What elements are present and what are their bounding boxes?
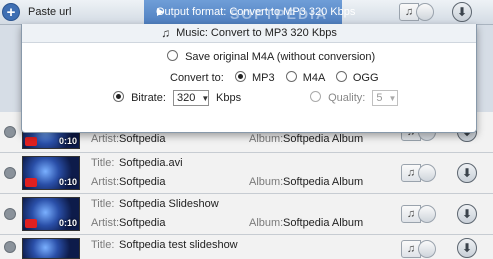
- format-m4a-option[interactable]: M4A: [285, 71, 328, 84]
- download-all-icon[interactable]: ⬇: [452, 2, 472, 22]
- format-m4a-label: M4A: [302, 72, 325, 84]
- output-format-button[interactable]: Output format: Convert to MP3 320 Kbps: [144, 0, 355, 24]
- bitrate-unit: Kbps: [216, 91, 242, 104]
- title-label: Title:: [91, 198, 115, 210]
- bitrate-value: 320: [176, 92, 196, 104]
- popup-header: ♫ Music: Convert to MP3 320 Kbps: [22, 24, 476, 43]
- quality-value: 5: [376, 92, 383, 104]
- bitrate-label: Bitrate:: [131, 91, 166, 104]
- artist-value[interactable]: Softpedia: [119, 176, 165, 188]
- convert-to-label: Convert to:: [170, 72, 224, 84]
- title-value[interactable]: Softpedia test slideshow: [119, 239, 238, 251]
- title-value[interactable]: Softpedia Slideshow: [119, 198, 219, 210]
- title-value[interactable]: Softpedia.avi: [119, 157, 183, 169]
- list-item[interactable]: 0:10 Title: Softpedia Slideshow Artist: …: [0, 194, 493, 235]
- video-thumbnail: 0:10: [22, 197, 80, 231]
- play-icon: [25, 137, 37, 146]
- quality-select[interactable]: 5 ▼: [372, 90, 399, 106]
- artist-value[interactable]: Softpedia: [119, 133, 165, 145]
- album-value[interactable]: Softpedia Album: [283, 217, 363, 229]
- title-label: Title:: [91, 157, 115, 169]
- music-note-icon: ♫: [161, 26, 171, 40]
- album-value[interactable]: Softpedia Album: [283, 133, 363, 145]
- duration-badge: 0:10: [58, 177, 77, 187]
- format-ogg-label: OGG: [352, 72, 379, 84]
- play-icon: [25, 178, 37, 187]
- download-icon[interactable]: ⬇: [457, 163, 477, 183]
- convert-to-row: Convert to: MP3 M4A OGG: [170, 71, 379, 84]
- album-value[interactable]: Softpedia Album: [283, 176, 363, 188]
- toggle-knob: [416, 3, 434, 21]
- toggle-knob: [418, 164, 436, 182]
- chevron-down-icon: ▼: [201, 93, 210, 103]
- music-mode-toggle[interactable]: ♫: [399, 3, 434, 21]
- video-thumbnail: 0:10: [22, 156, 80, 190]
- paste-url-button[interactable]: + Paste url: [2, 2, 71, 22]
- status-icon: [4, 167, 16, 179]
- format-mp3-radio[interactable]: [234, 71, 246, 82]
- bitrate-radio[interactable]: [113, 90, 124, 102]
- music-mode-toggle[interactable]: ♫: [401, 164, 436, 182]
- output-format-label: Output format: Convert to MP3 320 Kbps: [156, 6, 356, 18]
- download-icon[interactable]: ⬇: [457, 204, 477, 224]
- plus-icon: +: [2, 3, 20, 21]
- format-mp3-label: MP3: [251, 72, 275, 84]
- album-label: Album:: [249, 176, 284, 188]
- save-original-radio[interactable]: [167, 50, 178, 61]
- toolbar: + Paste url Output format: Convert to MP…: [0, 0, 493, 25]
- list-item[interactable]: 0:10 Title: Softpedia.avi Artist: Softpe…: [0, 153, 493, 194]
- paste-url-label: Paste url: [28, 6, 72, 18]
- bitrate-row: Bitrate: 320 ▼ Kbps: [113, 90, 241, 106]
- artist-label: Artist:: [91, 176, 120, 188]
- format-ogg-option[interactable]: OGG: [335, 71, 379, 84]
- duration-badge: 0:10: [58, 136, 77, 146]
- music-mode-toggle[interactable]: ♫: [401, 240, 436, 258]
- artist-label: Artist:: [91, 217, 120, 229]
- album-label: Album:: [249, 217, 284, 229]
- duration-badge: 0:10: [58, 218, 77, 228]
- title-label: Title:: [91, 239, 115, 251]
- artist-label: Artist:: [91, 133, 120, 145]
- toggle-knob: [418, 240, 436, 258]
- popup-title: Music: Convert to MP3 320 Kbps: [176, 27, 337, 39]
- format-m4a-radio[interactable]: [285, 71, 297, 82]
- status-icon: [4, 208, 16, 220]
- video-thumbnail: [22, 238, 80, 259]
- list-item[interactable]: Title: Softpedia test slideshow ♫ ⬇: [0, 235, 493, 259]
- quality-label: Quality:: [328, 91, 366, 104]
- play-icon: [25, 219, 37, 228]
- toggle-knob: [418, 205, 436, 223]
- format-ogg-radio[interactable]: [335, 71, 347, 82]
- save-original-label: Save original M4A (without conversion): [185, 51, 376, 63]
- status-icon: [4, 241, 16, 253]
- artist-value[interactable]: Softpedia: [119, 217, 165, 229]
- quality-row: Quality: 5 ▼: [310, 90, 399, 106]
- album-label: Album:: [249, 133, 284, 145]
- chevron-down-icon: ▼: [388, 93, 397, 103]
- save-original-option[interactable]: Save original M4A (without conversion): [167, 50, 375, 63]
- quality-radio[interactable]: [310, 90, 321, 102]
- status-icon: [4, 126, 16, 138]
- download-icon[interactable]: ⬇: [457, 238, 477, 258]
- output-format-popup: ♫ Music: Convert to MP3 320 Kbps Save or…: [21, 24, 477, 133]
- format-mp3-option[interactable]: MP3: [234, 71, 278, 84]
- bitrate-select[interactable]: 320 ▼: [172, 90, 210, 106]
- music-mode-toggle[interactable]: ♫: [401, 205, 436, 223]
